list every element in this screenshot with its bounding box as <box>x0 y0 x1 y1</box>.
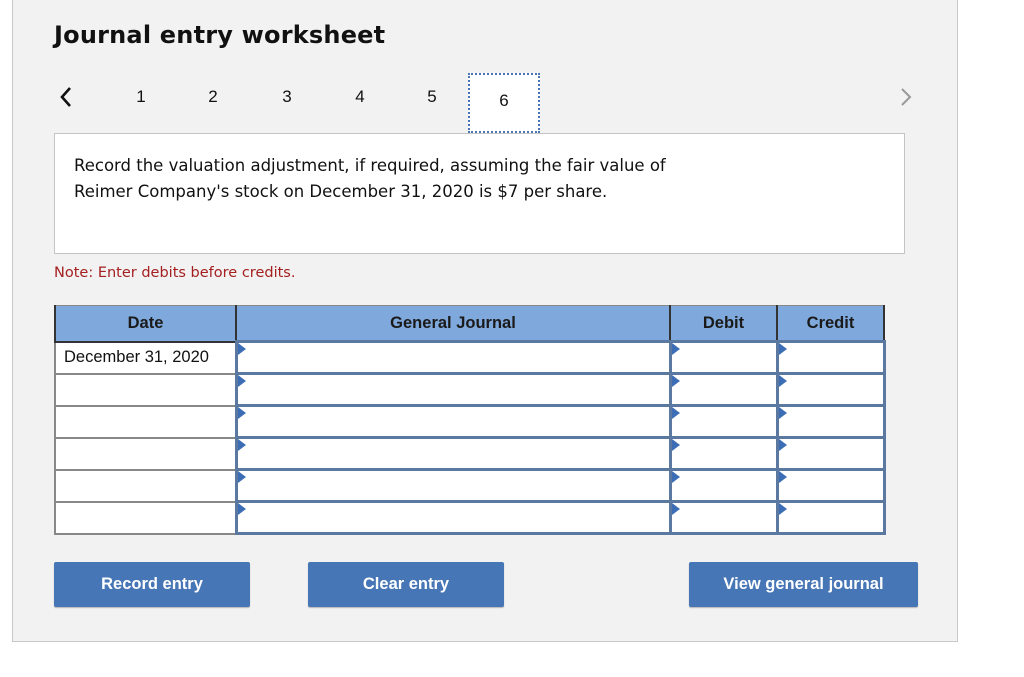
credit-input[interactable] <box>778 471 883 500</box>
credit-cell <box>775 468 886 503</box>
table-row <box>54 404 886 439</box>
cell-marker-icon <box>778 343 787 355</box>
account-cell <box>234 500 672 535</box>
credit-input[interactable] <box>778 407 883 436</box>
clear-entry-button[interactable]: Clear entry <box>308 562 504 607</box>
date-cell: December 31, 2020 <box>54 340 237 375</box>
credit-input[interactable] <box>778 503 883 532</box>
chevron-right-icon[interactable] <box>898 85 916 109</box>
cell-marker-icon <box>778 471 787 483</box>
account-input[interactable] <box>237 375 669 404</box>
table-row <box>54 500 886 535</box>
debit-cell <box>668 500 779 535</box>
table-row: December 31, 2020 <box>54 340 886 375</box>
step-tab-1[interactable]: 1 <box>129 87 153 107</box>
debit-input[interactable] <box>671 471 776 500</box>
cell-marker-icon <box>778 503 787 515</box>
credit-cell <box>775 372 886 407</box>
view-general-journal-button[interactable]: View general journal <box>689 562 918 607</box>
journal-table: Date General Journal Debit Credit Decemb… <box>54 305 886 535</box>
column-header-credit: Credit <box>776 305 885 343</box>
question-prompt-box: Record the valuation adjustment, if requ… <box>54 133 905 254</box>
debit-cell <box>668 340 779 375</box>
cell-marker-icon <box>237 343 246 355</box>
chevron-left-icon[interactable] <box>57 85 75 109</box>
prompt-line-2: Reimer Company's stock on December 31, 2… <box>74 182 608 201</box>
credit-cell <box>775 340 886 375</box>
table-row <box>54 372 886 407</box>
debit-cell <box>668 404 779 439</box>
cell-marker-icon <box>237 439 246 451</box>
cell-marker-icon <box>671 375 680 387</box>
account-input[interactable] <box>237 343 669 372</box>
step-tab-4[interactable]: 4 <box>348 87 372 107</box>
column-header-general-journal: General Journal <box>235 305 671 343</box>
date-cell <box>54 436 237 471</box>
credit-input[interactable] <box>778 375 883 404</box>
table-header-row: Date General Journal Debit Credit <box>54 305 885 343</box>
table-row <box>54 468 886 503</box>
debit-cell <box>668 436 779 471</box>
entry-note: Note: Enter debits before credits. <box>54 265 296 281</box>
credit-cell <box>775 500 886 535</box>
step-tab-5[interactable]: 5 <box>420 87 444 107</box>
cell-marker-icon <box>237 471 246 483</box>
account-input[interactable] <box>237 407 669 436</box>
account-cell <box>234 372 672 407</box>
step-tab-2[interactable]: 2 <box>201 87 225 107</box>
debit-input[interactable] <box>671 375 776 404</box>
record-entry-button[interactable]: Record entry <box>54 562 250 607</box>
step-tab-6-active[interactable]: 6 <box>468 73 540 133</box>
cell-marker-icon <box>671 471 680 483</box>
cell-marker-icon <box>237 503 246 515</box>
step-navigation: 1 2 3 4 5 6 <box>13 73 959 137</box>
debit-cell <box>668 372 779 407</box>
column-header-date: Date <box>54 305 237 343</box>
debit-input[interactable] <box>671 407 776 436</box>
account-input[interactable] <box>237 503 669 532</box>
debit-input[interactable] <box>671 439 776 468</box>
page-title: Journal entry worksheet <box>54 21 386 49</box>
account-input[interactable] <box>237 439 669 468</box>
cell-marker-icon <box>671 343 680 355</box>
cell-marker-icon <box>671 503 680 515</box>
table-row <box>54 436 886 471</box>
date-cell <box>54 468 237 503</box>
cell-marker-icon <box>778 375 787 387</box>
account-cell <box>234 436 672 471</box>
date-cell <box>54 372 237 407</box>
debit-input[interactable] <box>671 343 776 372</box>
cell-marker-icon <box>671 407 680 419</box>
date-cell <box>54 500 237 535</box>
column-header-debit: Debit <box>669 305 778 343</box>
question-prompt: Record the valuation adjustment, if requ… <box>74 153 854 205</box>
credit-cell <box>775 404 886 439</box>
prompt-line-1: Record the valuation adjustment, if requ… <box>74 156 666 175</box>
date-cell <box>54 404 237 439</box>
debit-input[interactable] <box>671 503 776 532</box>
account-cell <box>234 340 672 375</box>
step-tab-3[interactable]: 3 <box>275 87 299 107</box>
journal-worksheet-panel: Journal entry worksheet 1 2 3 4 5 6 Reco… <box>12 0 958 642</box>
debit-cell <box>668 468 779 503</box>
account-input[interactable] <box>237 471 669 500</box>
cell-marker-icon <box>671 439 680 451</box>
account-cell <box>234 404 672 439</box>
cell-marker-icon <box>778 439 787 451</box>
credit-input[interactable] <box>778 343 883 372</box>
cell-marker-icon <box>237 407 246 419</box>
cell-marker-icon <box>778 407 787 419</box>
cell-marker-icon <box>237 375 246 387</box>
credit-cell <box>775 436 886 471</box>
credit-input[interactable] <box>778 439 883 468</box>
account-cell <box>234 468 672 503</box>
